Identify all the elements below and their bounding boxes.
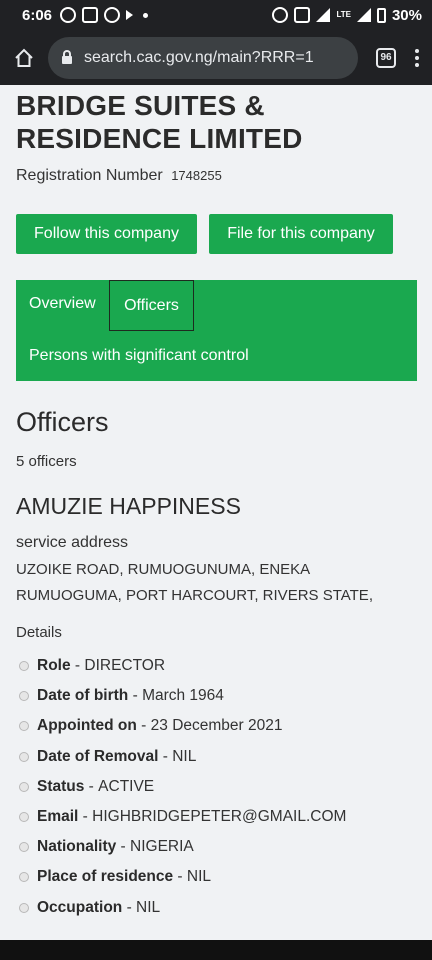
bullet-icon [19,902,29,913]
detail-role: Role - DIRECTOR [16,651,416,681]
menu-icon[interactable] [412,48,422,67]
signal-icon-2 [356,8,371,22]
detail-key: Appointed on [37,717,137,735]
battery-percent: 30% [391,6,422,24]
news-icon [82,7,99,23]
bullet-icon [19,751,29,762]
bullet-icon [19,781,29,792]
officers-heading: Officers [16,407,109,437]
bullet-icon [19,691,29,702]
detail-value: HIGHBRIDGEPETER@GMAIL.COM [92,808,347,826]
detail-value: NIL [136,898,161,916]
detail-status: Status - ACTIVE [16,772,416,802]
home-icon[interactable] [10,44,38,72]
service-address-label: service address [16,534,129,551]
page-content: BRIDGE SUITES & RESIDENCE LIMITED Regist… [0,85,432,940]
detail-value: NIL [172,747,197,765]
detail-key: Status [37,777,85,795]
registration-number: 1748255 [171,168,222,183]
alarm-icon [272,7,289,23]
system-nav-bar [0,940,432,960]
detail-value: DIRECTOR [84,657,166,675]
status-time: 6:06 [22,6,53,24]
detail-key: Role [37,657,71,675]
detail-value: NIGERIA [130,838,194,856]
company-name: BRIDGE SUITES & RESIDENCE LIMITED [16,90,303,154]
detail-value: 23 December 2021 [150,717,283,735]
bullet-icon [19,661,29,672]
detail-key: Date of birth [37,687,129,705]
detail-key: Occupation [37,898,123,916]
follow-company-button[interactable]: Follow this company [16,214,197,254]
detail-appointed-on: Appointed on - 23 December 2021 [16,711,416,741]
detail-value: ACTIVE [98,777,155,795]
detail-key: Email [37,808,79,826]
details-label: Details [16,624,62,641]
status-bar: 6:06 LTE 30% [0,0,432,30]
system-icons: LTE 30% [272,7,422,24]
whatsapp-icon [60,7,77,23]
detail-occupation: Occupation - NIL [16,893,416,923]
company-tabs: Overview Officers Persons with significa… [16,280,417,381]
file-for-company-button[interactable]: File for this company [209,214,393,254]
bullet-icon [19,872,29,883]
vibrate-icon [294,7,311,23]
detail-email: Email - HIGHBRIDGEPETER@GMAIL.COM [16,802,416,832]
officer-details-list: Role - DIRECTOR Date of birth - March 19… [16,651,416,923]
registration: Registration Number 1748255 [16,167,222,185]
detail-value: March 1964 [142,687,224,705]
signal-icon [316,8,331,22]
registration-label: Registration Number [16,167,163,184]
tab-switcher-button[interactable]: 96 [376,47,396,68]
b-app-icon [104,7,121,23]
officers-count: 5 officers [16,453,77,470]
bullet-icon [19,842,29,853]
more-notifications-icon [143,12,149,18]
detail-nationality: Nationality - NIGERIA [16,832,416,862]
tab-persons-significant-control[interactable]: Persons with significant control [29,342,249,370]
detail-value: NIL [186,868,212,886]
lte-label: LTE [336,10,351,19]
bullet-icon [19,812,29,823]
lock-icon [62,49,72,64]
battery-icon [376,7,386,23]
officer-name: AMUZIE HAPPINESS [16,493,241,519]
url-text: search.cac.gov.ng/main?RRR=1 [84,48,314,66]
detail-date-of-birth: Date of birth - March 1964 [16,681,416,711]
service-address: UZOIKE ROAD, RUMUOGUNUMA, ENEKA RUMUOGUM… [16,561,373,604]
browser-toolbar: search.cac.gov.ng/main?RRR=1 96 [0,30,432,85]
detail-place-of-residence: Place of residence - NIL [16,862,416,892]
detail-date-of-removal: Date of Removal - NIL [16,742,416,772]
detail-key: Place of residence [37,868,174,886]
bullet-icon [19,721,29,732]
url-bar[interactable]: search.cac.gov.ng/main?RRR=1 [48,36,358,79]
telegram-icon [126,10,134,20]
notification-icons [60,7,149,23]
detail-key: Nationality [37,838,117,856]
tab-overview[interactable]: Overview [29,290,96,318]
tab-officers[interactable]: Officers [109,280,194,331]
detail-key: Date of Removal [37,747,159,765]
